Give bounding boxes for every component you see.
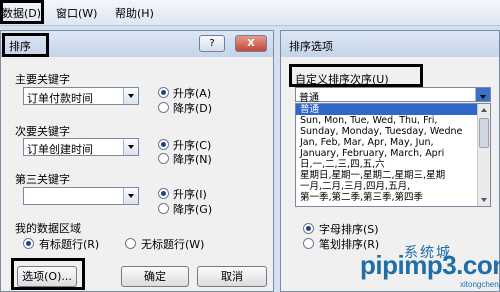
alpha-sort-radio[interactable] [303, 223, 314, 234]
custom-order-value: 普通 [299, 93, 319, 104]
primary-desc-radio[interactable] [158, 102, 169, 113]
list-item[interactable]: 日,一,二,三,四,五,六 [296, 159, 490, 170]
primary-key-value: 订单付款时间 [27, 92, 93, 105]
list-item[interactable]: 星期日,星期一,星期二,星期三,星期 [296, 170, 490, 181]
help-button[interactable]: ? [199, 35, 225, 52]
has-header-label: 有标题行(R) [39, 238, 100, 251]
chevron-down-icon [123, 88, 138, 104]
custom-order-select[interactable]: 普通 [295, 87, 491, 104]
no-header-label: 无标题行(W) [141, 238, 205, 251]
stroke-sort-radio[interactable] [303, 238, 314, 249]
list-item[interactable]: January, February, March, Apri [296, 148, 490, 159]
menu-bar: 数据(D) 窗口(W) 帮助(H) [0, 0, 500, 26]
secondary-key-select[interactable]: 订单创建时间 [23, 138, 139, 156]
primary-desc-label: 降序(D) [173, 102, 213, 115]
list-item[interactable]: Jan, Feb, Mar, Apr, May, Jun, [296, 137, 490, 148]
close-button[interactable]: X [235, 35, 267, 52]
has-header-radio[interactable] [23, 238, 34, 249]
secondary-asc-radio[interactable] [158, 139, 169, 150]
secondary-desc-radio[interactable] [158, 153, 169, 164]
third-asc-label: 升序(I) [173, 188, 207, 201]
third-desc-radio[interactable] [158, 203, 169, 214]
cancel-button[interactable]: 取消 [197, 266, 267, 287]
secondary-desc-label: 降序(N) [173, 153, 212, 166]
chevron-down-icon [123, 188, 138, 204]
list-item[interactable]: 一月,二月,三月,四月,五月, [296, 181, 490, 192]
secondary-key-value: 订单创建时间 [27, 143, 93, 156]
chevron-down-icon[interactable] [475, 88, 490, 101]
watermark-text: pipimp3.com [360, 250, 500, 280]
menu-help[interactable]: 帮助(H) [115, 5, 154, 21]
data-range-label: 我的数据区域 [15, 222, 81, 235]
chevron-down-icon [123, 139, 138, 155]
highlight-custom-order [289, 64, 423, 87]
highlight-menu-data [0, 0, 44, 24]
list-scrollbar[interactable] [477, 104, 490, 206]
highlight-options-button [11, 258, 85, 290]
third-asc-radio[interactable] [158, 188, 169, 199]
sort-dialog: 排序 ? X 主要关键字 订单付款时间 升序(A) 降序(D) 次要关键字 订单… [0, 30, 274, 292]
primary-asc-radio[interactable] [158, 87, 169, 98]
secondary-key-label: 次要关键字 [15, 125, 70, 138]
list-item[interactable]: 普通 [296, 104, 490, 115]
scroll-thumb[interactable] [479, 118, 489, 148]
menu-window[interactable]: 窗口(W) [56, 5, 97, 21]
highlight-sort-title [2, 33, 49, 57]
third-key-label: 第三关键字 [15, 173, 70, 186]
list-item[interactable]: Sun, Mon, Tue, Wed, Thu, Fri, [296, 115, 490, 126]
watermark: 系统城 pipimp3.com xitongcheng.com [352, 240, 500, 292]
third-desc-label: 降序(G) [173, 203, 213, 216]
ok-button[interactable]: 确定 [121, 266, 189, 287]
primary-asc-label: 升序(A) [173, 87, 212, 100]
watermark-sub: xitongcheng.com [460, 280, 500, 289]
alpha-sort-label: 字母排序(S) [319, 223, 379, 236]
custom-order-list[interactable]: 普通 Sun, Mon, Tue, Wed, Thu, Fri, Sunday,… [295, 103, 491, 207]
no-header-radio[interactable] [125, 238, 136, 249]
sort-options-titlebar: 排序选项 [281, 31, 499, 57]
list-item[interactable]: Sunday, Monday, Tuesday, Wedne [296, 126, 490, 137]
scroll-up-icon[interactable] [479, 105, 489, 115]
sort-options-title: 排序选项 [289, 40, 333, 53]
primary-key-label: 主要关键字 [15, 73, 70, 86]
list-item[interactable]: 第一季,第二季,第三季,第四季 [296, 192, 490, 203]
scroll-down-icon[interactable] [479, 195, 489, 205]
third-key-select[interactable] [23, 187, 139, 205]
primary-key-select[interactable]: 订单付款时间 [23, 87, 139, 105]
